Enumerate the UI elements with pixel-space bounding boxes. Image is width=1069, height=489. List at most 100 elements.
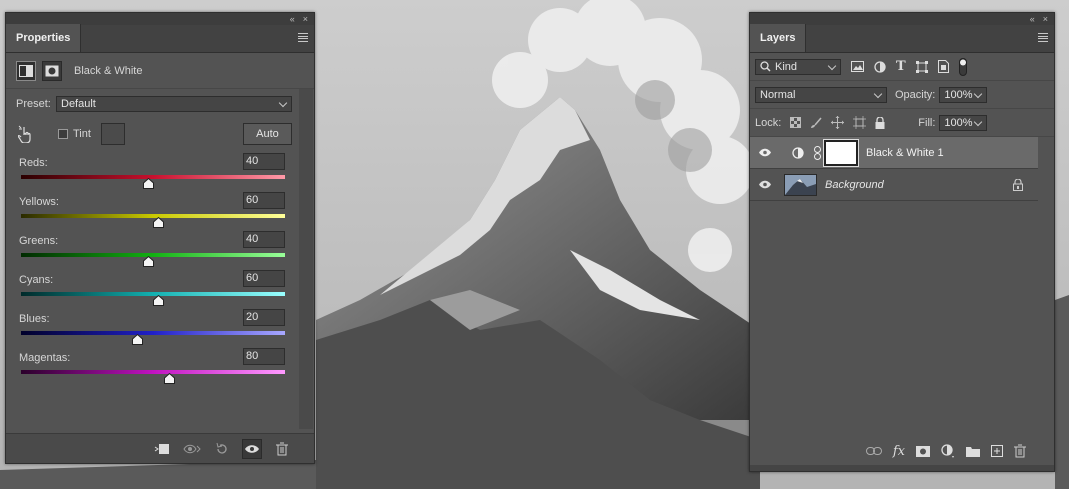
filter-kind-dropdown[interactable]: Kind (755, 58, 841, 75)
close-panel-icon[interactable]: × (303, 14, 308, 24)
slider-thumb[interactable] (153, 294, 165, 306)
adjustment-header: Black & White (6, 53, 314, 89)
tint-row: Tint Auto (6, 119, 314, 149)
fill-field[interactable]: 100% (939, 114, 988, 131)
slider-thumb[interactable] (142, 177, 154, 189)
properties-footer (6, 433, 314, 463)
mask-icon[interactable] (42, 60, 62, 81)
new-group-folder-icon[interactable] (966, 446, 980, 457)
filter-shape-layers-icon[interactable] (915, 60, 928, 73)
filter-smart-objects-icon[interactable] (937, 60, 949, 73)
slider-label: Greens: (19, 235, 59, 247)
slider-value-field[interactable]: 40 (243, 231, 285, 248)
slider-greens: Greens: 40 (6, 231, 314, 270)
close-panel-icon[interactable]: × (1043, 14, 1048, 24)
layer-visibility-eye-icon[interactable] (750, 180, 780, 189)
lock-fill-row: Lock: Fill: 100% (750, 109, 1054, 137)
filter-type-layers-icon[interactable]: T (896, 59, 906, 74)
lock-image-pixels-brush-icon[interactable] (810, 117, 822, 129)
mask-link-chain-icon[interactable] (814, 145, 821, 160)
layer-name[interactable]: Black & White 1 (866, 147, 944, 159)
fill-value: 100% (944, 116, 973, 129)
layer-style-fx-icon[interactable]: fx (893, 444, 905, 459)
layer-row-black-white[interactable]: Black & White 1 (750, 137, 1038, 169)
tab-properties[interactable]: Properties (6, 24, 82, 52)
view-previous-state-icon[interactable] (182, 439, 202, 459)
lock-all-icon[interactable] (875, 116, 885, 129)
tab-layers[interactable]: Layers (750, 24, 807, 52)
lock-artboard-icon[interactable] (853, 116, 867, 129)
tint-checkbox[interactable] (58, 129, 68, 139)
filter-adjustment-layers-icon[interactable] (874, 60, 886, 73)
slider-thumb[interactable] (163, 372, 175, 384)
slider-value-field[interactable]: 60 (243, 192, 285, 209)
slider-cyans: Cyans: 60 (6, 270, 314, 309)
layer-mask-thumbnail[interactable] (823, 138, 859, 167)
opacity-label: Opacity: (895, 88, 936, 101)
layers-footer: fx (750, 441, 1054, 461)
preset-label: Preset: (16, 98, 51, 110)
targeted-adjustment-hand-icon[interactable] (18, 125, 34, 143)
blend-mode-value: Normal (760, 88, 796, 101)
slider-value-field[interactable]: 40 (243, 153, 285, 170)
blend-mode-dropdown[interactable]: Normal (755, 86, 887, 103)
layer-thumbnail[interactable] (784, 173, 817, 196)
adjustment-layer-icon (792, 146, 804, 159)
lock-position-move-icon[interactable] (831, 116, 845, 129)
collapse-panel-icon[interactable]: « (290, 14, 295, 24)
slider-track[interactable] (21, 370, 285, 374)
slider-thumb[interactable] (153, 216, 165, 228)
layer-filter-row: Kind T (750, 53, 1054, 81)
tint-label: Tint (73, 128, 91, 140)
opacity-field[interactable]: 100% (939, 86, 988, 103)
filter-pixel-layers-icon[interactable] (851, 61, 864, 72)
adjustment-settings-icon[interactable] (16, 60, 36, 81)
tint-color-swatch[interactable] (100, 123, 125, 145)
slider-value-field[interactable]: 80 (243, 348, 285, 365)
link-layers-icon[interactable] (865, 447, 882, 455)
slider-label: Reds: (19, 157, 48, 169)
trash-icon[interactable] (272, 439, 292, 459)
auto-button[interactable]: Auto (243, 123, 292, 145)
chevron-down-icon (278, 98, 288, 108)
chevron-down-icon (974, 89, 983, 98)
slider-thumb[interactable] (142, 255, 154, 267)
add-mask-icon[interactable] (916, 445, 930, 457)
preset-value: Default (61, 98, 96, 110)
slider-value-field[interactable]: 60 (243, 270, 285, 287)
lock-icon (1013, 179, 1023, 191)
chevron-down-icon (974, 117, 983, 126)
visibility-eye-icon[interactable] (242, 438, 262, 459)
reset-icon[interactable] (212, 439, 232, 459)
slider-value-field[interactable]: 20 (243, 309, 285, 326)
panel-menu-icon[interactable] (1038, 33, 1048, 42)
filter-toggle-icon[interactable] (958, 57, 967, 76)
collapse-panel-icon[interactable]: « (1030, 14, 1035, 24)
layers-panel: « × Layers Kind T Normal Opacity: 100% L… (749, 12, 1055, 472)
slider-reds: Reds: 40 (6, 153, 314, 192)
lock-label: Lock: (755, 116, 782, 129)
layers-tabbar: Layers (750, 24, 1054, 53)
panel-menu-icon[interactable] (298, 33, 308, 42)
fill-label: Fill: (918, 116, 936, 129)
layer-name[interactable]: Background (825, 179, 884, 191)
preset-dropdown[interactable]: Default (56, 96, 292, 112)
color-sliders: Reds: 40 Yellows: 60 Greens: 40 Cyans: 6… (6, 153, 314, 387)
slider-track[interactable] (21, 331, 285, 335)
delete-layer-trash-icon[interactable] (1014, 444, 1026, 458)
lock-transparent-pixels-icon[interactable] (790, 117, 802, 128)
new-adjustment-layer-icon[interactable] (941, 444, 955, 458)
layer-row-background[interactable]: Background (750, 169, 1038, 201)
panel-resize-handle[interactable] (750, 465, 1054, 471)
new-layer-icon[interactable] (991, 445, 1003, 457)
adjustment-title: Black & White (74, 64, 143, 77)
properties-scrollbar[interactable] (299, 89, 313, 429)
clip-to-layer-icon[interactable] (152, 439, 172, 459)
slider-thumb[interactable] (132, 333, 144, 345)
layer-visibility-eye-icon[interactable] (750, 148, 780, 157)
slider-label: Blues: (19, 313, 50, 325)
blend-opacity-row: Normal Opacity: 100% (750, 81, 1054, 109)
opacity-value: 100% (944, 88, 973, 101)
slider-magentas: Magentas: 80 (6, 348, 314, 387)
slider-label: Cyans: (19, 274, 54, 286)
